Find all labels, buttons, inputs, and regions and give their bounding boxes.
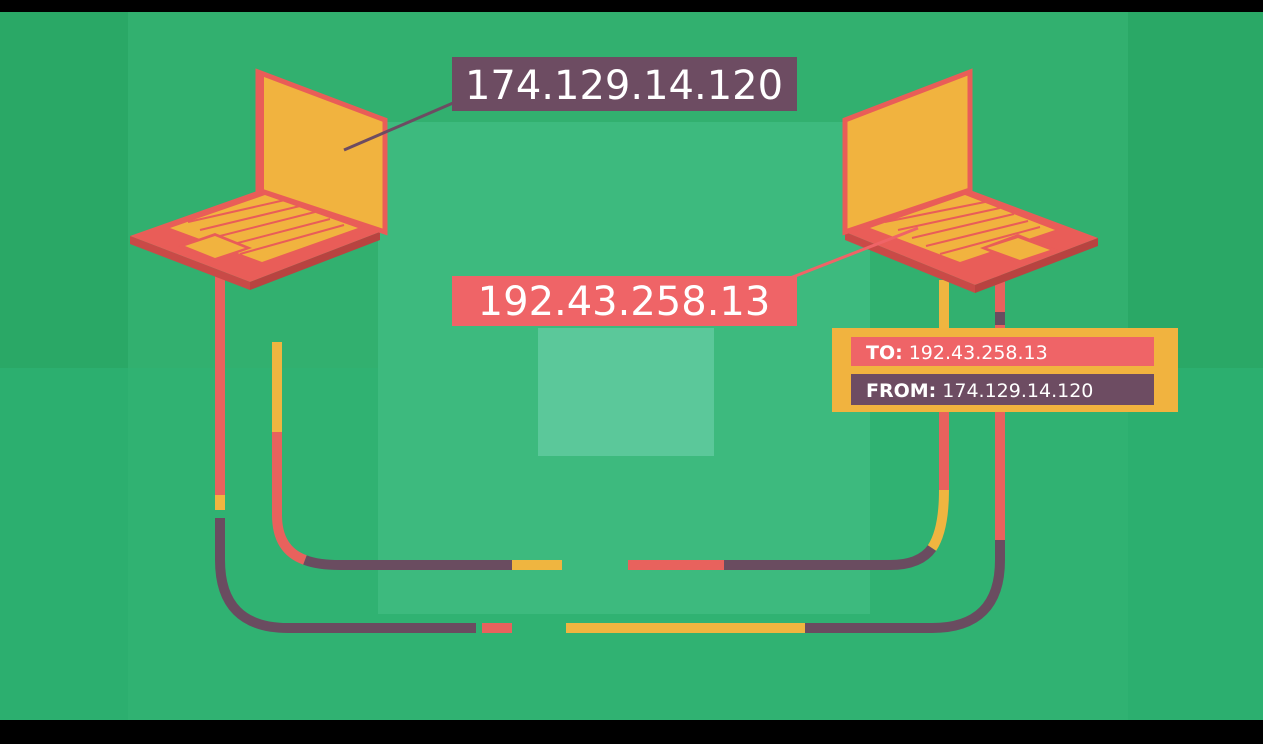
- left-ip-text: 174.129.14.120: [465, 63, 783, 109]
- to-label: TO:: [866, 342, 903, 364]
- network-diagram: 174.129.14.120 192.43.258.13 TO: 192.43.2…: [0, 0, 1263, 740]
- from-label: FROM:: [866, 380, 936, 402]
- to-value: 192.43.258.13: [909, 342, 1048, 364]
- packet-header: TO: 192.43.258.13 FROM: 174.129.14.120: [832, 328, 1178, 412]
- from-value: 174.129.14.120: [942, 380, 1093, 402]
- left-ip-label: 174.129.14.120: [452, 57, 797, 111]
- top-letterbox: [0, 0, 1263, 12]
- center-square: [538, 328, 714, 456]
- diagram-stage: 174.129.14.120 192.43.258.13 TO: 192.43.2…: [0, 0, 1263, 740]
- right-ip-text: 192.43.258.13: [478, 279, 771, 325]
- right-ip-label: 192.43.258.13: [452, 276, 797, 326]
- from-line: FROM: 174.129.14.120: [866, 380, 1093, 402]
- bottom-letterbox: [0, 720, 1263, 740]
- to-line: TO: 192.43.258.13: [866, 342, 1048, 364]
